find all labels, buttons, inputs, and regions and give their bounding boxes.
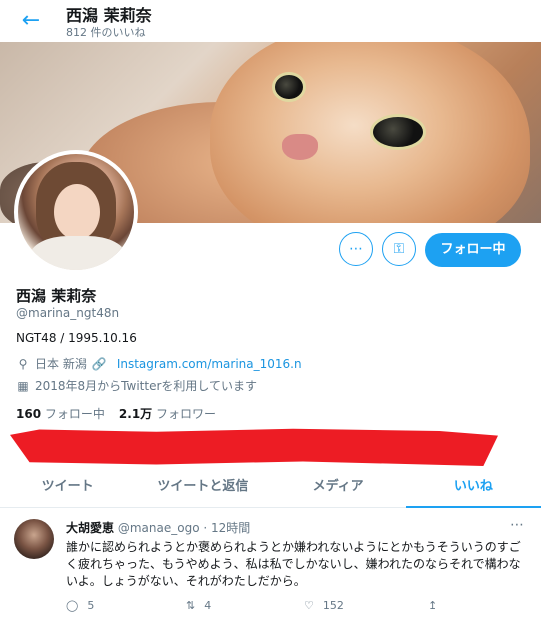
banner-cat-eye-left (272, 72, 306, 102)
redaction-mark (10, 428, 498, 466)
tweet-actions: ◯ 5 ⇅ 4 ♡ 152 ↥ (66, 599, 446, 615)
following-label: フォロー中 (44, 407, 105, 421)
follow-counts: 160 フォロー中 2.1万 フォロワー (16, 405, 216, 422)
tweet-author-name[interactable]: 大胡愛恵 (66, 521, 114, 535)
profile-tabs: ツイート ツイートと返信 メディア いいね (0, 468, 541, 508)
avatar-body (30, 236, 126, 270)
tab-tweets[interactable]: ツイート (0, 468, 135, 507)
avatar-face (54, 184, 100, 240)
followers-count: 2.1万 (118, 407, 153, 421)
tweet-avatar[interactable] (14, 519, 54, 559)
tweet-author-handle: @manae_ogo (117, 521, 200, 535)
profile-joined: 2018年8月からTwitterを利用しています (35, 379, 258, 393)
profile-link[interactable]: Instagram.com/marina_1016.n (117, 357, 302, 371)
retweet-button[interactable]: ⇅ 4 (186, 599, 211, 612)
likes-count-subtitle: 812 件のいいね (66, 26, 146, 39)
more-icon[interactable]: ⋯ (510, 517, 525, 533)
calendar-icon: ▦ (17, 378, 29, 393)
tweet-time[interactable]: 12時間 (211, 521, 250, 535)
like-count: 152 (322, 599, 344, 612)
reply-button[interactable]: ◯ 5 (66, 599, 94, 612)
followers-label: フォロワー (156, 407, 217, 421)
link-icon: 🔗 (91, 356, 107, 371)
profile-joined-row: ▦ 2018年8月からTwitterを利用しています (16, 377, 257, 394)
reply-count: 5 (87, 599, 95, 612)
banner-cat-eye-right (370, 114, 426, 150)
arrow-left-icon[interactable]: ← (16, 6, 46, 36)
notifications-button[interactable]: ⚿ (382, 232, 416, 266)
more-icon: ⋯ (349, 241, 363, 257)
following-count: 160 (16, 407, 42, 421)
heart-icon: ♡ (304, 599, 314, 612)
following-button[interactable]: フォロー中 (425, 233, 521, 267)
profile-bio: NGT48 / 1995.10.16 (16, 331, 137, 345)
top-bar: ← 西潟 茉莉奈 812 件のいいね (0, 0, 541, 42)
bell-plus-icon: ⚿ (393, 241, 405, 257)
following-link[interactable]: 160 フォロー中 (16, 407, 105, 421)
share-button[interactable]: ↥ (428, 599, 437, 612)
profile-name: 西潟 茉莉奈 (16, 287, 97, 305)
tweet-header: 大胡愛恵 @manae_ogo · 12時間 (66, 519, 250, 536)
tab-likes[interactable]: いいね (405, 468, 541, 508)
profile-location: 日本 新潟 (35, 357, 87, 371)
tweet-text: 誰かに認められようとか褒められようとか嫌われないようにとかもうそういうのすごく疲… (66, 540, 521, 588)
page-title: 西潟 茉莉奈 (66, 6, 152, 25)
profile-location-row: ⚲ 日本 新潟 🔗 Instagram.com/marina_1016.n (16, 355, 302, 372)
followers-link[interactable]: 2.1万 フォロワー (119, 407, 216, 421)
location-pin-icon: ⚲ (18, 356, 28, 371)
retweet-count: 4 (204, 599, 212, 612)
profile-handle: @marina_ngt48n (16, 306, 120, 320)
reply-icon: ◯ (66, 599, 79, 612)
profile-avatar[interactable] (14, 150, 138, 274)
tab-media[interactable]: メディア (271, 468, 406, 507)
banner-cat-nose (282, 134, 318, 160)
tab-tweets-and-replies[interactable]: ツイートと返信 (135, 468, 270, 507)
tweet-separator: · (203, 521, 208, 535)
retweet-icon: ⇅ (186, 599, 196, 612)
more-options-button[interactable]: ⋯ (339, 232, 373, 266)
share-icon: ↥ (428, 599, 438, 612)
like-button[interactable]: ♡ 152 (304, 599, 344, 612)
tweet-card[interactable]: 大胡愛恵 @manae_ogo · 12時間 ⋯ 誰かに認められようとか褒められ… (0, 509, 541, 627)
